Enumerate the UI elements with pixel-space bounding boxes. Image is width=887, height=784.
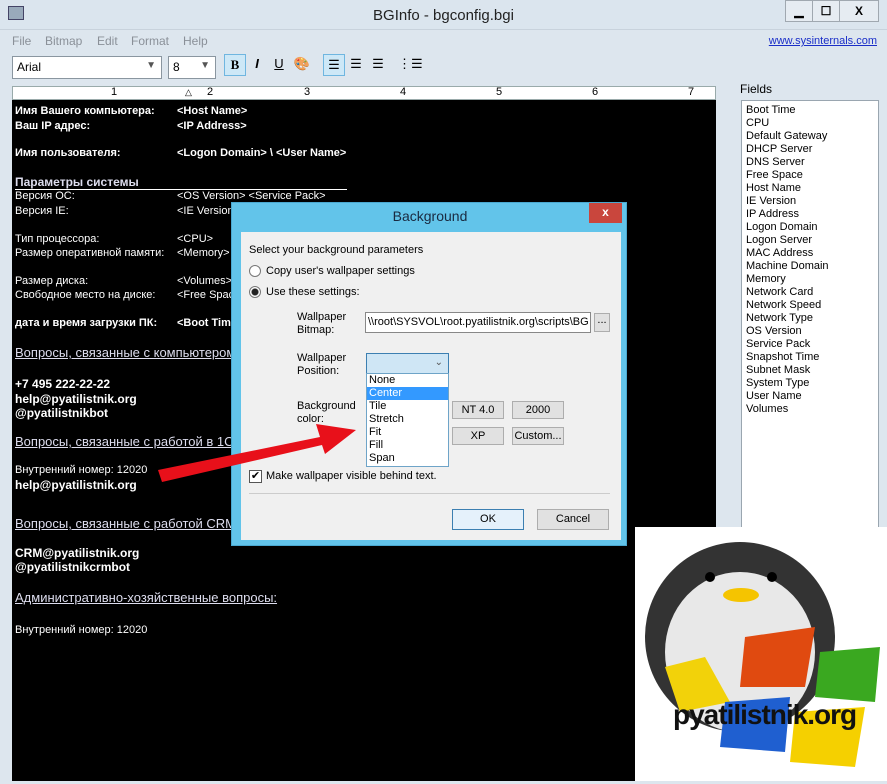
penguin-windows-logo-icon [645,542,880,767]
pyatilistnik-logo: pyatilistnik.org [635,527,887,781]
logo-text: pyatilistnik.org [673,699,857,730]
